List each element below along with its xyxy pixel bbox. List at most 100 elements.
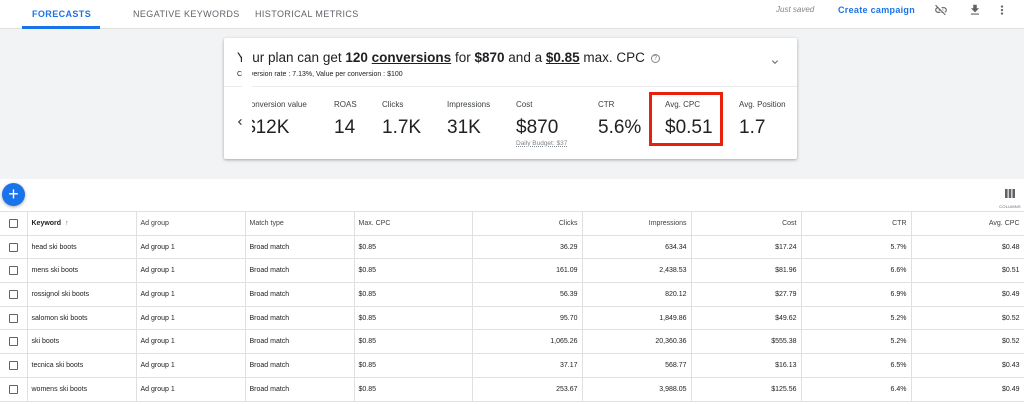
tab-forecasts[interactable]: Forecasts <box>32 0 91 29</box>
column-header-clicks[interactable]: Clicks <box>471 211 583 236</box>
link-off-icon[interactable] <box>934 3 948 17</box>
column-header-ctr[interactable]: CTR <box>800 211 912 236</box>
cell-keyword: womens ski boots <box>26 376 137 402</box>
metrics-scroll-fade <box>242 38 252 159</box>
metric-value: $870 <box>516 117 559 138</box>
create-campaign-button[interactable]: Create campaign <box>838 0 915 20</box>
cell-impressions: 820.12 <box>581 282 692 307</box>
cell-ad-group: Ad group 1 <box>135 353 246 378</box>
row-checkbox[interactable] <box>8 360 18 370</box>
row-checkbox[interactable] <box>8 266 18 276</box>
cell-ad-group: Ad group 1 <box>135 329 246 355</box>
cell-max-cpc[interactable]: $0.85 <box>353 234 473 260</box>
columns-icon <box>1005 189 1015 198</box>
cell-ctr: 6.5% <box>800 353 912 378</box>
row-checkbox[interactable] <box>8 242 18 252</box>
cell-match-type: Broad match <box>244 282 355 307</box>
column-header-keyword[interactable]: Keyword ↑ <box>26 211 137 236</box>
cell-max-cpc[interactable]: $0.85 <box>353 305 473 331</box>
metric-label: Impressions <box>447 100 491 109</box>
cell-max-cpc[interactable]: $0.85 <box>353 376 473 402</box>
cell-cost: $555.38 <box>690 329 802 355</box>
row-checkbox[interactable] <box>8 337 18 347</box>
table-row[interactable]: rossignol ski boots Ad group 1 Broad mat… <box>0 282 1024 307</box>
cell-clicks: 95.70 <box>471 305 583 331</box>
metric-impressions[interactable]: Impressions 31K <box>447 100 527 139</box>
cell-impressions: 568.77 <box>581 353 692 378</box>
cell-ad-group: Ad group 1 <box>135 376 246 402</box>
help-icon[interactable]: ? <box>650 54 660 63</box>
table-row[interactable]: salomon ski boots Ad group 1 Broad match… <box>0 305 1024 331</box>
row-select-cell <box>0 234 28 260</box>
cell-keyword: mens ski boots <box>26 258 137 284</box>
add-keyword-button[interactable]: + <box>2 183 25 206</box>
columns-label: COLUMNS <box>999 204 1021 209</box>
cell-clicks: 37.17 <box>471 353 583 378</box>
headline-spend: $870 <box>474 50 505 65</box>
keywords-table: Keyword ↑ Ad group Match type Max. CPC Cl… <box>0 211 1024 402</box>
cell-max-cpc[interactable]: $0.85 <box>353 353 473 378</box>
cell-max-cpc[interactable]: $0.85 <box>353 258 473 284</box>
tab-historical-metrics[interactable]: Historical metrics <box>255 0 359 29</box>
table-row[interactable]: womens ski boots Ad group 1 Broad match … <box>0 376 1024 402</box>
row-checkbox[interactable] <box>8 289 18 299</box>
cell-keyword: head ski boots <box>26 234 137 260</box>
metric-label: Avg. Position <box>739 100 786 109</box>
metric-conversion-value[interactable]: Conversion value $12K <box>245 100 325 139</box>
metric-cost[interactable]: Cost $870 Daily Budget: $37 <box>516 100 596 147</box>
conversion-settings-text: Conversion rate : 7.13%, Value per conve… <box>237 71 403 78</box>
more-vert-icon[interactable] <box>995 3 1009 17</box>
cell-max-cpc[interactable]: $0.85 <box>353 329 473 355</box>
row-select-cell <box>0 282 28 307</box>
cell-ad-group: Ad group 1 <box>135 234 246 260</box>
table-row[interactable]: tecnica ski boots Ad group 1 Broad match… <box>0 353 1024 378</box>
headline-for: for <box>454 50 471 65</box>
header-label: Keyword <box>31 219 62 227</box>
column-header-match-type[interactable]: Match type <box>244 211 355 236</box>
select-all-cell <box>0 211 28 236</box>
max-cpc-link[interactable]: $0.85 <box>546 50 580 65</box>
expand-chevron-icon[interactable] <box>769 56 781 68</box>
column-header-max-cpc[interactable]: Max. CPC <box>353 211 473 236</box>
row-checkbox[interactable] <box>8 384 18 394</box>
metric-avg-position[interactable]: Avg. Position 1.7 <box>739 100 819 139</box>
metric-value: 1.7 <box>739 117 766 138</box>
download-icon[interactable] <box>968 3 982 17</box>
chevron-left-icon[interactable] <box>234 115 246 129</box>
cell-avg-cpc: $0.49 <box>910 282 1024 307</box>
cell-match-type: Broad match <box>244 234 355 260</box>
cell-impressions: 2,438.53 <box>581 258 692 284</box>
cell-clicks: 1,065.26 <box>471 329 583 355</box>
column-header-avg-cpc[interactable]: Avg. CPC <box>910 211 1024 236</box>
table-header-row: Keyword ↑ Ad group Match type Max. CPC Cl… <box>0 211 1024 236</box>
cell-avg-cpc: $0.49 <box>910 376 1024 402</box>
column-header-cost[interactable]: Cost <box>690 211 802 236</box>
cell-max-cpc[interactable]: $0.85 <box>353 282 473 307</box>
metric-value: 31K <box>447 117 481 138</box>
row-select-cell <box>0 258 28 284</box>
cell-match-type: Broad match <box>244 329 355 355</box>
sort-ascending-icon: ↑ <box>65 219 69 227</box>
row-checkbox[interactable] <box>8 313 18 323</box>
cell-cost: $49.62 <box>690 305 802 331</box>
cell-avg-cpc: $0.48 <box>910 234 1024 260</box>
column-header-impressions[interactable]: Impressions <box>581 211 692 236</box>
metric-value: $12K <box>245 117 290 138</box>
select-all-checkbox[interactable] <box>8 218 18 228</box>
cell-ad-group: Ad group 1 <box>135 258 246 284</box>
tab-negative-keywords[interactable]: Negative keywords <box>133 0 240 29</box>
cell-ctr: 5.7% <box>800 234 912 260</box>
cell-avg-cpc: $0.51 <box>910 258 1024 284</box>
table-row[interactable]: ski boots Ad group 1 Broad match $0.85 1… <box>0 329 1024 355</box>
columns-button[interactable]: COLUMNS <box>999 185 1021 209</box>
cell-impressions: 634.34 <box>581 234 692 260</box>
conversions-link[interactable]: conversions <box>372 50 452 65</box>
headline-prefix: Your plan can get <box>237 50 342 65</box>
headline-max-cpc-label: max. CPC <box>583 50 645 65</box>
column-header-ad-group[interactable]: Ad group <box>135 211 246 236</box>
daily-budget-note: Daily Budget: $37 <box>516 140 568 147</box>
table-row[interactable]: mens ski boots Ad group 1 Broad match $0… <box>0 258 1024 284</box>
cell-match-type: Broad match <box>244 305 355 331</box>
table-row[interactable]: head ski boots Ad group 1 Broad match $0… <box>0 234 1024 260</box>
headline-and-a: and a <box>508 50 543 65</box>
